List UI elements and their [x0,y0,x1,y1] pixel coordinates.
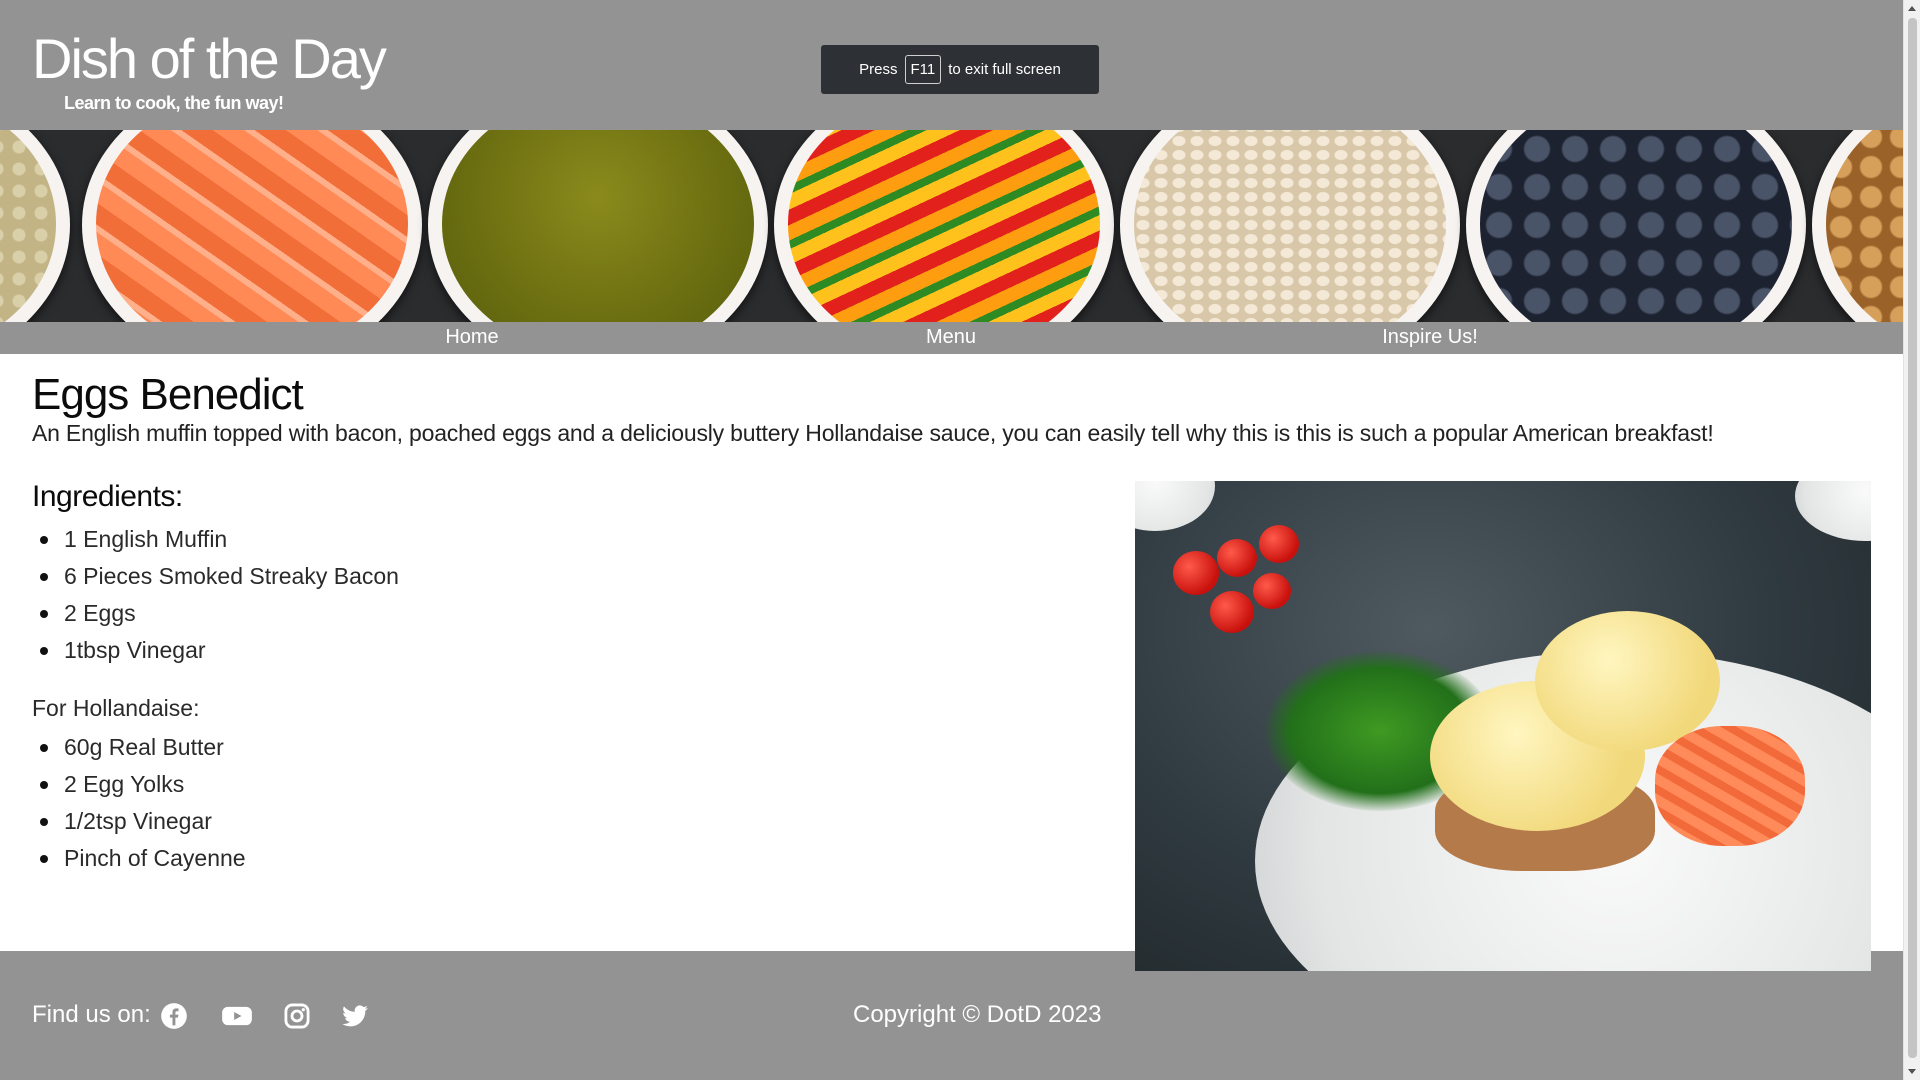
bowl-blueberries [1466,130,1806,322]
instagram-icon[interactable] [283,1002,311,1030]
hollandaise-list: 60g Real Butter 2 Egg Yolks 1/2tsp Vineg… [32,729,246,877]
f11-key-badge: F11 [904,55,942,84]
scrollbar-thumb[interactable] [1908,18,1917,1058]
list-item: 6 Pieces Smoked Streaky Bacon [32,558,399,595]
youtube-icon[interactable] [221,1002,253,1030]
list-item: 60g Real Butter [32,729,246,766]
hollandaise-heading: For Hollandaise: [32,695,200,721]
site-header: Dish of the Day Learn to cook, the fun w… [0,0,1903,130]
site-tagline: Learn to cook, the fun way! [64,93,284,113]
copyright-text: Copyright © DotD 2023 [853,1001,1102,1028]
nav-inspire-us[interactable]: Inspire Us! [1382,326,1478,349]
ingredients-list: 1 English Muffin 6 Pieces Smoked Streaky… [32,521,399,669]
main-nav: Home Menu Inspire Us! [0,322,1903,354]
page: Dish of the Day Learn to cook, the fun w… [0,0,1903,1080]
fullscreen-notice-prefix: Press [859,61,898,78]
list-item: 2 Egg Yolks [32,766,246,803]
list-item: 1/2tsp Vinegar [32,803,246,840]
bowl-olive-oil [428,130,768,322]
list-item: Pinch of Cayenne [32,840,246,877]
scroll-up-icon[interactable] [1908,6,1916,11]
nav-home[interactable]: Home [445,326,498,349]
bowl-chickpeas [0,130,70,322]
recipe-section: Eggs Benedict An English muffin topped w… [32,370,1872,871]
recipe-description: An English muffin topped with bacon, poa… [32,420,1714,446]
eggs-benedict-photo [1135,481,1871,971]
vertical-scrollbar[interactable] [1903,0,1920,1080]
find-us-label: Find us on: [32,1001,151,1028]
site-title: Dish of the Day [32,27,387,90]
bowl-salmon [82,130,422,322]
scroll-down-icon[interactable] [1908,1069,1916,1074]
list-item: 1tbsp Vinegar [32,632,399,669]
fullscreen-notice-suffix: to exit full screen [948,61,1061,78]
nav-menu[interactable]: Menu [926,326,976,349]
fullscreen-notice: Press F11 to exit full screen [821,45,1099,94]
facebook-icon[interactable] [160,1002,188,1030]
ingredients-banner-image [0,130,1903,322]
bowl-peppers [774,130,1114,322]
ingredients-heading: Ingredients: [32,480,183,513]
list-item: 1 English Muffin [32,521,399,558]
bowl-oats [1120,130,1460,322]
list-item: 2 Eggs [32,595,399,632]
twitter-icon[interactable] [341,1002,369,1030]
bowl-walnuts [1812,130,1903,322]
recipe-title: Eggs Benedict [32,370,304,419]
